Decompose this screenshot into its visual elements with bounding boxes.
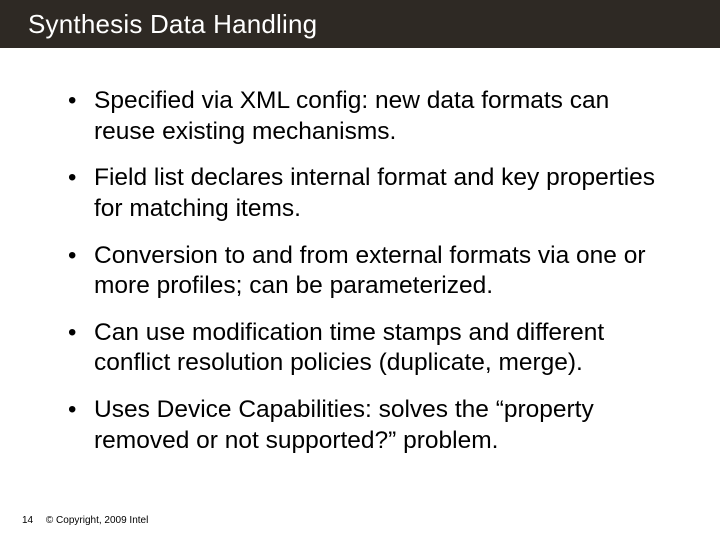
slide-title: Synthesis Data Handling	[28, 9, 317, 40]
footer: 14 © Copyright, 2009 Intel	[22, 515, 148, 526]
slide-body: Specified via XML config: new data forma…	[0, 48, 720, 456]
list-item: Specified via XML config: new data forma…	[60, 86, 660, 147]
page-number: 14	[22, 515, 33, 526]
list-item: Can use modification time stamps and dif…	[60, 318, 660, 379]
list-item: Uses Device Capabilities: solves the “pr…	[60, 395, 660, 456]
bullet-list: Specified via XML config: new data forma…	[60, 86, 660, 456]
copyright-text: © Copyright, 2009 Intel	[46, 515, 148, 526]
list-item: Conversion to and from external formats …	[60, 241, 660, 302]
list-item: Field list declares internal format and …	[60, 163, 660, 224]
title-bar: Synthesis Data Handling	[0, 0, 720, 48]
slide: Synthesis Data Handling Specified via XM…	[0, 0, 720, 540]
